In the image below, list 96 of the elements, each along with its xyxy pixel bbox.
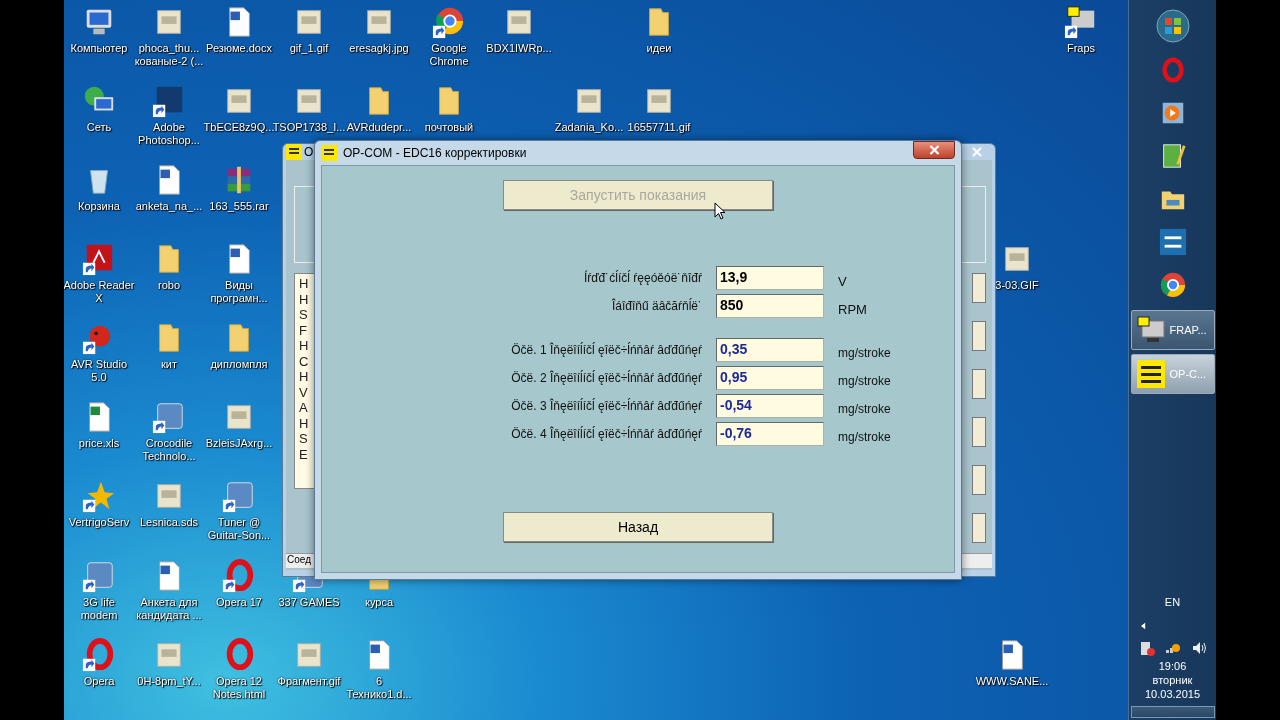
monitor-icon (1135, 315, 1166, 345)
window-title: OP-COM - EDC16 корректировки (343, 146, 527, 160)
icon-label: AVR Studio 5.0 (70, 358, 128, 384)
reading-field[interactable]: -0,54 (716, 394, 824, 418)
icon-label: Google Chrome (429, 42, 469, 68)
icon-label: 337 GAMES (278, 596, 340, 609)
close-icon (928, 145, 940, 155)
icon-label: 3G life modem (80, 596, 118, 622)
icon-label: TbECE8z9Q... (203, 121, 275, 134)
icon-label: Компьютер (70, 42, 128, 55)
icon-label: Фрагмент.gif (277, 675, 341, 688)
clock-time: 19:06 (1158, 660, 1187, 672)
icon-label: почтовый (424, 121, 474, 134)
reading-field[interactable]: 0,35 (716, 338, 824, 362)
icon-label: 3-03.GIF (995, 279, 1039, 292)
app-logo-icon (286, 144, 302, 160)
opera-icon[interactable] (222, 559, 256, 593)
icon-label: eresagkj.jpg (349, 42, 409, 55)
unit-label: mg/stroke (838, 429, 892, 444)
icon-label: 16557711.gif (627, 121, 691, 134)
icon-label: Fraps (1066, 42, 1096, 55)
reading-label: Öčë. 4 Îňęëîíĺíčĺ ęîëč÷ĺńňâŕ âďđűńęŕ (510, 427, 702, 441)
side-button[interactable] (972, 321, 986, 351)
side-button[interactable] (972, 513, 986, 543)
clock[interactable]: 19:06 вторник 10.03.2015 (1144, 660, 1201, 700)
reading-label: Öčë. 2 Îňęëîíĺíčĺ ęîëč÷ĺńňâŕ âďđűńęŕ (510, 371, 702, 385)
icon-label: Tuner @ Guitar-Son... (207, 516, 271, 542)
reading-label: Íŕďđ˙ćĺíčĺ ŕęęóěóë˙ňîđŕ (582, 271, 702, 285)
icon-label: Crocodile Technolo... (142, 437, 196, 463)
icon-label: 6 Технико1.d... (346, 675, 412, 701)
icon-label: AVRdudepr... (346, 121, 412, 134)
icon-label: TSOP1738_I... (272, 121, 346, 134)
app-logo-icon (321, 145, 337, 161)
icon-label: phoca_thu... кованые-2 (... (134, 42, 204, 68)
icon-label: price.xls (78, 437, 120, 450)
icon-label: дипломпля (210, 358, 268, 371)
icon-label: BDX1IWRp... (486, 42, 552, 55)
icon-label: 0H-8pm_tY... (137, 675, 201, 688)
taskbar-button[interactable]: FRAP... (1130, 310, 1215, 350)
side-button[interactable] (972, 417, 986, 447)
reading-label: Öčë. 1 Îňęëîíĺíčĺ ęîëč÷ĺńňâŕ âďđűńęŕ (510, 343, 702, 357)
icon-label: VertrigoServ (68, 516, 130, 529)
icon-label: robo (158, 279, 180, 292)
side-button[interactable] (972, 369, 986, 399)
icon-label: BzleisJAxrg... (205, 437, 273, 450)
unit-label: V (838, 272, 848, 289)
icon-label: 163_555.rar (209, 200, 269, 213)
opera-icon[interactable] (82, 638, 116, 672)
caret-icon[interactable] (1141, 622, 1146, 630)
icon-label: Adobe Photoshop... (138, 121, 200, 147)
reading-field[interactable]: 13,9 (716, 266, 824, 290)
side-button[interactable] (972, 273, 986, 303)
unit-label: mg/stroke (838, 345, 892, 360)
icon-label: Zadania_Ko... (554, 121, 624, 134)
icon-label: Opera 12 Notes.html (212, 675, 266, 701)
icon-label: Adobe Reader X (64, 279, 135, 305)
icon-label: WWW.SANE... (975, 675, 1049, 688)
reading-field[interactable]: 0,95 (716, 366, 824, 390)
reading-label: Öčë. 3 Îňęëîíĺíčĺ ęîëč÷ĺńňâŕ âďđűńęŕ (510, 399, 702, 413)
icon-label: Корзина (78, 200, 120, 213)
unit-label: mg/stroke (838, 401, 892, 416)
icon-label: идеи (646, 42, 672, 55)
icon-label: Opera (83, 675, 115, 688)
icon-label: Анкета для кандидата ... (136, 596, 202, 622)
icon-label: курса (364, 596, 394, 609)
icon-label: кит (161, 358, 177, 371)
app-icon[interactable] (222, 479, 256, 513)
close-button[interactable] (913, 141, 955, 159)
show-desktop-button[interactable] (1130, 706, 1215, 718)
reading-field[interactable]: -0,76 (716, 422, 824, 446)
start-orb-icon[interactable] (1154, 8, 1191, 44)
chrome-icon[interactable] (1158, 270, 1187, 299)
icon-label: Opera 17 (216, 596, 262, 609)
app-icon[interactable] (82, 559, 116, 593)
icon-label: anketa_na_... (135, 200, 203, 213)
chrome-icon[interactable] (432, 5, 466, 39)
icon-label: Резюме.docx (206, 42, 272, 55)
side-button[interactable] (972, 465, 986, 495)
window-title: O (304, 145, 314, 159)
clock-weekday: вторник (1152, 674, 1193, 686)
reading-label: Îáîđîňű äâčăŕňĺë˙ (610, 299, 702, 313)
icon-label: Виды програмн... (210, 279, 268, 305)
clock-date: 10.03.2015 (1144, 688, 1201, 700)
icon-label: Сеть (86, 121, 112, 134)
icon-label: gif_1.gif (289, 42, 329, 55)
icon-label: Lesnica.sds (139, 516, 199, 529)
mouse-cursor-icon (714, 202, 726, 220)
unit-label: RPM (838, 300, 868, 317)
app-logo-icon (1135, 359, 1166, 389)
unit-label: mg/stroke (838, 373, 892, 388)
speaker-icon[interactable] (1190, 640, 1207, 656)
back-button[interactable]: Назад (503, 512, 773, 542)
language-indicator[interactable]: EN (1164, 596, 1181, 608)
status-text: Соед (287, 554, 311, 565)
reading-field[interactable]: 850 (716, 294, 824, 318)
app-icon[interactable] (152, 400, 186, 434)
